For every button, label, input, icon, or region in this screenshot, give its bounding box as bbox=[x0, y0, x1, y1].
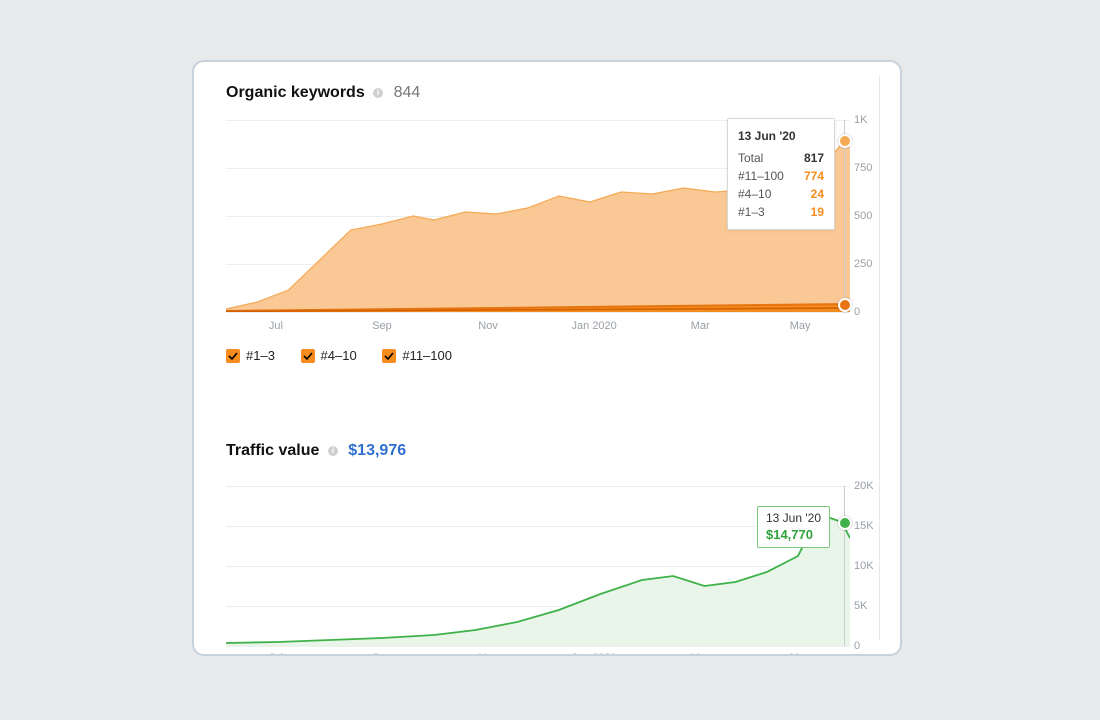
section-title: Traffic value bbox=[226, 442, 319, 459]
traffic-value: $13,976 bbox=[348, 442, 406, 459]
checkbox-icon bbox=[226, 349, 240, 363]
y-axis-labels: 1K 750 500 250 0 bbox=[854, 120, 894, 312]
checkbox-icon bbox=[301, 349, 315, 363]
tooltip-date: 13 Jun '20 bbox=[766, 510, 821, 526]
traffic-value-section: Traffic value i $13,976 20K 15K 10K 5K 0 bbox=[194, 442, 900, 656]
series-marker bbox=[838, 298, 852, 312]
tooltip-date: 13 Jun '20 bbox=[738, 127, 824, 145]
keywords-chart[interactable]: 1K 750 500 250 0 13 Jun '20 Total817 #11… bbox=[226, 120, 850, 312]
traffic-tooltip: 13 Jun '20 $14,770 bbox=[757, 506, 830, 548]
section-title-row: Organic keywords i 844 bbox=[194, 84, 900, 102]
keywords-tooltip: 13 Jun '20 Total817 #11–100774 #4–1024 #… bbox=[727, 118, 835, 230]
legend-item-11-100[interactable]: #11–100 bbox=[382, 348, 452, 363]
analytics-card: Organic keywords i 844 1K 750 500 250 0 bbox=[192, 60, 902, 656]
legend: #1–3 #4–10 #11–100 bbox=[226, 348, 474, 364]
section-title: Organic keywords bbox=[226, 84, 365, 101]
keyword-count: 844 bbox=[394, 84, 421, 101]
hover-line bbox=[844, 120, 845, 312]
legend-item-1-3[interactable]: #1–3 bbox=[226, 348, 275, 363]
legend-item-4-10[interactable]: #4–10 bbox=[301, 348, 357, 363]
tooltip-value: $14,770 bbox=[766, 526, 821, 544]
series-marker bbox=[838, 134, 852, 148]
y-axis-labels: 20K 15K 10K 5K 0 bbox=[854, 486, 894, 646]
series-marker bbox=[838, 516, 852, 530]
section-title-row: Traffic value i $13,976 bbox=[194, 442, 900, 460]
checkbox-icon bbox=[382, 349, 396, 363]
info-icon[interactable]: i bbox=[328, 446, 338, 456]
traffic-chart[interactable]: 20K 15K 10K 5K 0 13 Jun '20 $14,770 bbox=[226, 486, 850, 646]
organic-keywords-section: Organic keywords i 844 1K 750 500 250 0 bbox=[194, 84, 900, 424]
info-icon[interactable]: i bbox=[373, 88, 383, 98]
hover-line bbox=[844, 486, 845, 646]
